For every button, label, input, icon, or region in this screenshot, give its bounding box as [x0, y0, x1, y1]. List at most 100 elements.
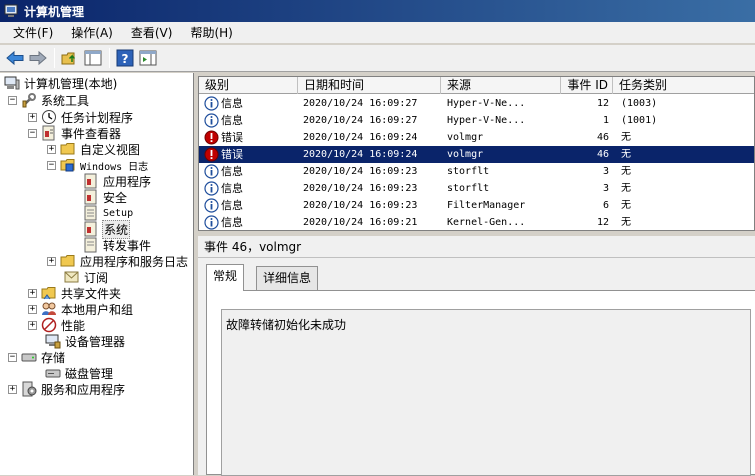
- event-task-category: (1001): [621, 115, 658, 126]
- column-header-source[interactable]: 来源: [441, 77, 561, 94]
- event-task-category: 无: [621, 183, 631, 194]
- event-id: 12: [596, 98, 609, 109]
- event-row[interactable]: 错误 2020/10/24 16:09:24 volmgr 46 无: [199, 145, 754, 164]
- windows-logs-folder-icon: [60, 159, 75, 172]
- general-tab-panel: 故障转储初始化未成功: [206, 290, 755, 476]
- title-bar: 计算机管理: [0, 0, 755, 22]
- tree-node-task-scheduler[interactable]: + 任务计划程序: [28, 109, 134, 125]
- tree-node-disk-management[interactable]: 磁盘管理: [45, 365, 114, 381]
- info-icon: [204, 215, 219, 230]
- expand-toggle[interactable]: +: [28, 304, 37, 314]
- column-header-datetime[interactable]: 日期和时间: [298, 77, 441, 94]
- event-id: 1: [602, 115, 609, 126]
- help-button[interactable]: ?: [114, 47, 136, 69]
- event-row[interactable]: 信息 2020/10/24 16:09:23 FilterManager 6 无: [199, 197, 754, 214]
- collapse-toggle[interactable]: −: [47, 160, 56, 170]
- info-icon: [204, 164, 219, 179]
- tree-label: 性能: [61, 318, 86, 333]
- tree-node-performance[interactable]: + 性能: [28, 317, 86, 333]
- event-viewer-icon: [42, 125, 55, 141]
- toolbar-separator: [109, 48, 110, 68]
- log-icon: [84, 205, 97, 221]
- tree-node-event-viewer[interactable]: − 事件查看器: [28, 125, 122, 141]
- expand-toggle[interactable]: +: [28, 288, 37, 298]
- event-id: 12: [596, 217, 609, 228]
- back-button[interactable]: [4, 47, 26, 69]
- expand-toggle[interactable]: +: [47, 144, 56, 154]
- event-datetime: 2020/10/24 16:09:24: [303, 149, 418, 160]
- collapse-toggle[interactable]: −: [28, 128, 37, 138]
- tree-node-root[interactable]: 计算机管理(本地): [4, 75, 118, 91]
- forward-button[interactable]: [27, 47, 49, 69]
- column-header-level[interactable]: 级别: [199, 77, 298, 94]
- collapse-toggle[interactable]: −: [8, 352, 17, 362]
- toolbar-separator: [54, 48, 55, 68]
- event-task-category: 无: [621, 132, 631, 143]
- menu-action[interactable]: 操作(A): [62, 23, 122, 43]
- folder-icon: [60, 255, 75, 267]
- menu-bar: 文件(F) 操作(A) 查看(V) 帮助(H): [0, 22, 755, 44]
- log-icon: [84, 173, 97, 189]
- action-pane-button[interactable]: [137, 47, 159, 69]
- tree-node-application-log[interactable]: 应用程序: [83, 173, 152, 189]
- tab-general[interactable]: 常规: [206, 264, 245, 291]
- expand-toggle[interactable]: +: [8, 384, 17, 394]
- tree-node-subscriptions[interactable]: 订阅: [64, 269, 109, 285]
- expand-toggle[interactable]: +: [47, 256, 56, 266]
- event-source: Hyper-V-Ne...: [447, 98, 526, 109]
- event-row[interactable]: 错误 2020/10/24 16:09:24 volmgr 46 无: [199, 129, 754, 146]
- clock-icon: [42, 110, 56, 124]
- tree-label: 存储: [41, 350, 66, 365]
- event-datetime: 2020/10/24 16:09:27: [303, 115, 418, 126]
- event-row[interactable]: 信息 2020/10/24 16:09:21 Kernel-Gen... 12 无: [199, 214, 754, 230]
- event-id: 46: [596, 149, 609, 160]
- menu-help[interactable]: 帮助(H): [181, 23, 241, 43]
- event-datetime: 2020/10/24 16:09:21: [303, 217, 418, 228]
- subscriptions-icon: [64, 271, 79, 283]
- tree-label: 磁盘管理: [65, 366, 114, 381]
- tree-node-security-log[interactable]: 安全: [83, 189, 128, 205]
- tree-node-shared-folders[interactable]: + 共享文件夹: [28, 285, 122, 301]
- tree-label: Windows 日志: [80, 161, 149, 173]
- event-row[interactable]: 信息 2020/10/24 16:09:23 storflt 3 无: [199, 180, 754, 197]
- event-datetime: 2020/10/24 16:09:27: [303, 98, 418, 109]
- event-level: 信息: [221, 182, 243, 195]
- error-icon: [204, 130, 219, 145]
- tree-node-system-tools[interactable]: − 系统工具: [8, 92, 90, 108]
- info-icon: [204, 181, 219, 196]
- tab-details[interactable]: 详细信息: [256, 266, 319, 290]
- column-header-task-category[interactable]: 任务类别: [613, 77, 754, 94]
- tree-label: 应用程序: [103, 174, 152, 189]
- event-source: Kernel-Gen...: [447, 217, 526, 228]
- menu-file[interactable]: 文件(F): [4, 23, 62, 43]
- tree-node-app-service-logs[interactable]: + 应用程序和服务日志: [47, 253, 189, 269]
- tree-node-services-apps[interactable]: + 服务和应用程序: [8, 381, 126, 397]
- collapse-toggle[interactable]: −: [8, 95, 17, 105]
- tree-node-forwarded-events[interactable]: 转发事件: [83, 237, 152, 253]
- up-level-button[interactable]: [59, 47, 81, 69]
- tree-node-custom-views[interactable]: + 自定义视图: [47, 141, 141, 157]
- tree-label: 自定义视图: [80, 142, 141, 157]
- tree-label: 本地用户和组: [61, 302, 134, 317]
- log-icon: [84, 237, 97, 253]
- tree-node-device-manager[interactable]: 设备管理器: [45, 333, 126, 349]
- expand-toggle[interactable]: +: [28, 112, 37, 122]
- column-header-event-id[interactable]: 事件 ID: [561, 77, 613, 94]
- event-description: 故障转储初始化未成功: [221, 309, 751, 476]
- tree-node-windows-logs[interactable]: − Windows 日志: [47, 157, 149, 173]
- show-hide-tree-button[interactable]: [82, 47, 104, 69]
- tree-node-local-users[interactable]: + 本地用户和组: [28, 301, 134, 317]
- expand-toggle[interactable]: +: [28, 320, 37, 330]
- event-row[interactable]: 信息 2020/10/24 16:09:27 Hyper-V-Ne... 12 (100…: [199, 95, 754, 112]
- event-datetime: 2020/10/24 16:09:23: [303, 183, 418, 194]
- event-list: 级别 日期和时间 来源 事件 ID 任务类别 信息 2020/10/24 16:0…: [198, 76, 755, 231]
- tree-node-storage[interactable]: − 存储: [8, 349, 66, 365]
- toolbar: ?: [0, 45, 755, 72]
- event-row[interactable]: 信息 2020/10/24 16:09:27 Hyper-V-Ne... 1 (1001…: [199, 112, 754, 129]
- event-level: 信息: [221, 165, 243, 178]
- back-arrow-icon: [6, 50, 24, 66]
- event-row[interactable]: 信息 2020/10/24 16:09:23 storflt 3 无: [199, 163, 754, 180]
- tree-node-system-log[interactable]: 系统: [83, 219, 131, 239]
- event-id: 6: [602, 200, 609, 211]
- menu-view[interactable]: 查看(V): [122, 23, 182, 43]
